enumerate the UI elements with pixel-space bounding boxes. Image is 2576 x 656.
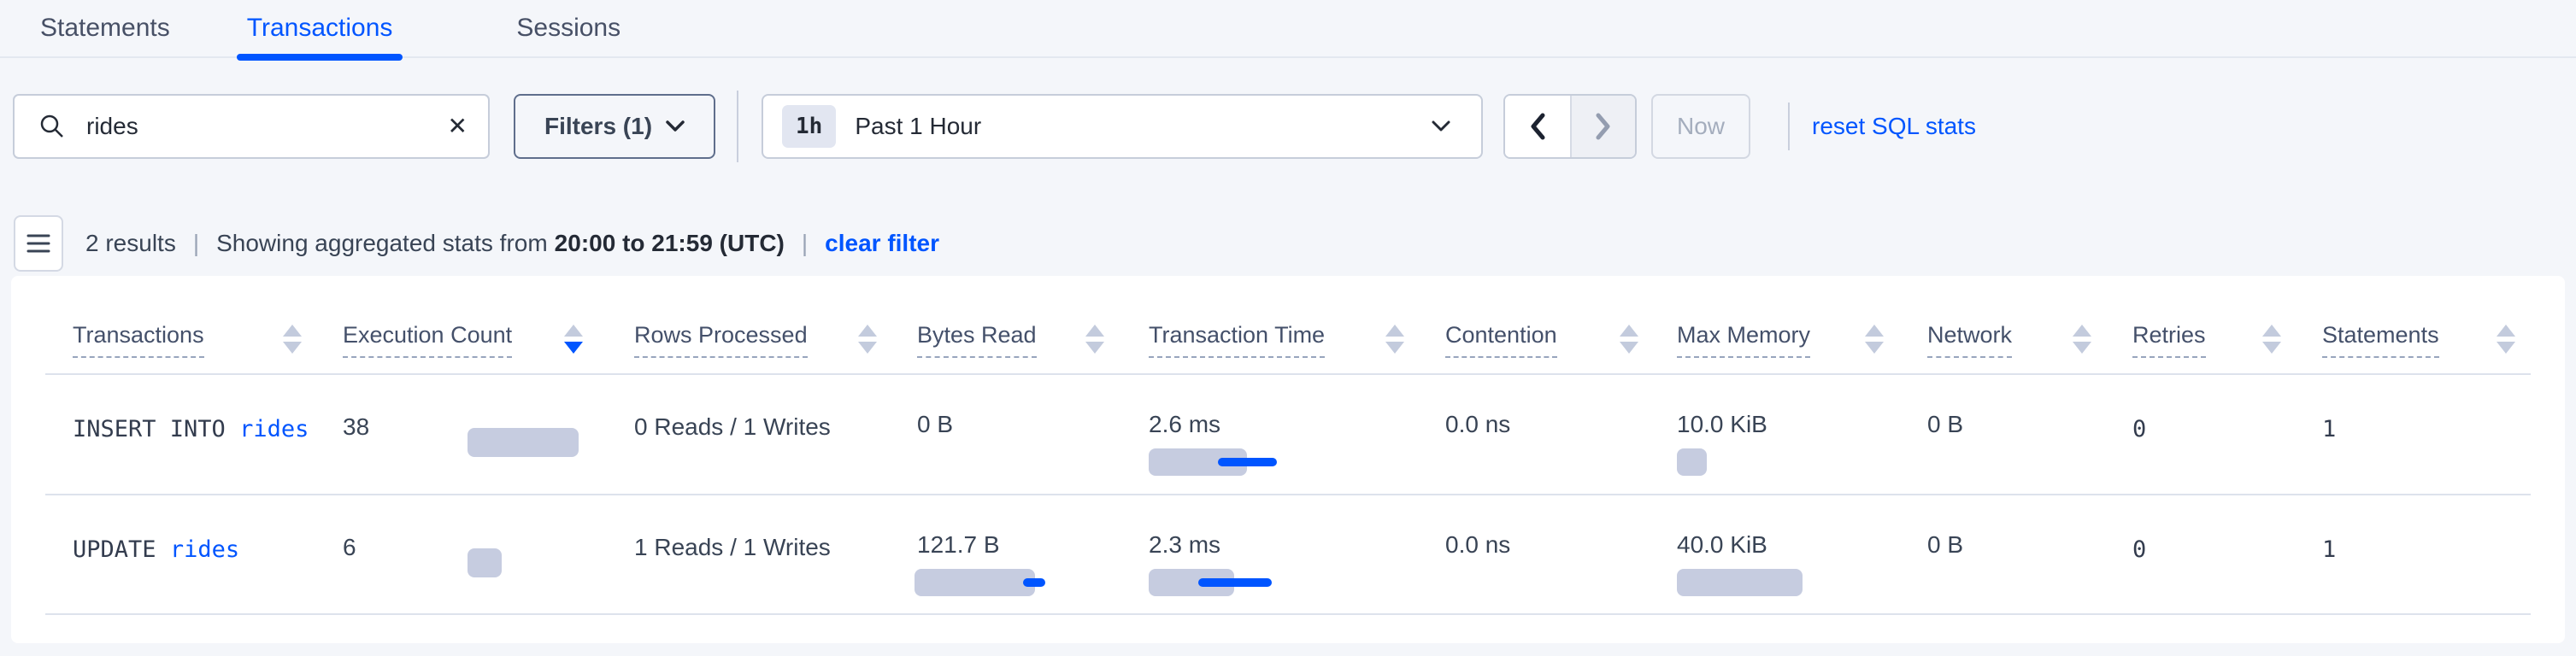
tab-statements[interactable]: Statements xyxy=(30,0,180,57)
cell-execution-count: 38 xyxy=(343,413,369,442)
divider: | xyxy=(193,230,199,257)
sort-icon[interactable] xyxy=(1385,325,1404,354)
cell-bytes-read: 0 B xyxy=(917,410,953,439)
reset-sql-stats-link[interactable]: reset SQL stats xyxy=(1812,113,1976,140)
column-selector-button[interactable] xyxy=(14,215,63,272)
max-memory-bar xyxy=(1677,448,1707,477)
cell-retries: 0 xyxy=(2132,415,2146,444)
toolbar: ✕ Filters (1) 1h Past 1 Hour xyxy=(0,94,2576,159)
col-header-execution-count[interactable]: Execution Count xyxy=(343,320,512,358)
cell-rows-processed: 1 Reads / 1 Writes xyxy=(634,533,831,562)
cell-execution-count: 6 xyxy=(343,533,356,562)
sort-icon[interactable] xyxy=(1865,325,1884,354)
search-icon xyxy=(38,113,66,140)
col-header-retries[interactable]: Retries xyxy=(2132,320,2206,358)
cell-contention: 0.0 ns xyxy=(1445,410,1510,439)
toolbar-divider xyxy=(1788,102,1790,150)
transaction-time-bar xyxy=(1149,569,1234,598)
time-range-select[interactable]: 1h Past 1 Hour xyxy=(762,94,1483,159)
sort-icon[interactable] xyxy=(2262,325,2281,354)
execution-count-bar xyxy=(468,548,502,577)
cell-max-memory: 10.0 KiB xyxy=(1677,410,1767,439)
sort-icon[interactable] xyxy=(2073,325,2091,354)
transaction-fingerprint[interactable]: UPDATE rides xyxy=(73,536,239,565)
sort-icon[interactable] xyxy=(1085,325,1104,354)
sort-icon[interactable] xyxy=(1620,325,1638,354)
results-bar: 2 results | Showing aggregated stats fro… xyxy=(0,215,2576,272)
sort-icon[interactable] xyxy=(858,325,877,354)
cell-transaction-time: 2.3 ms xyxy=(1149,530,1220,559)
tab-bar: Statements Transactions Sessions xyxy=(0,0,2576,58)
sort-icon-active-desc[interactable] xyxy=(564,325,583,354)
chevron-right-icon xyxy=(1595,113,1612,140)
cell-network: 0 B xyxy=(1927,410,1963,439)
filters-button-label: Filters (1) xyxy=(544,113,652,140)
cell-statements: 1 xyxy=(2322,415,2336,444)
execution-count-bar xyxy=(468,428,579,457)
col-header-max-memory[interactable]: Max Memory xyxy=(1677,320,1810,358)
cell-transaction-time: 2.6 ms xyxy=(1149,410,1220,439)
sort-icon[interactable] xyxy=(283,325,302,354)
row-separator xyxy=(45,373,2531,375)
table-name-link[interactable]: rides xyxy=(170,536,239,563)
transaction-time-bar xyxy=(1149,448,1247,477)
chevron-down-icon xyxy=(1432,120,1450,132)
transactions-table: Transactions Execution Count Rows Proces… xyxy=(11,276,2565,643)
cell-network: 0 B xyxy=(1927,530,1963,559)
toolbar-divider xyxy=(737,91,738,162)
list-icon xyxy=(26,232,50,255)
showing-stats-range: 20:00 to 21:59 (UTC) xyxy=(555,230,785,257)
search-input[interactable] xyxy=(86,113,448,140)
showing-stats-text: Showing aggregated stats from xyxy=(216,230,548,257)
results-count: 2 results xyxy=(85,230,176,257)
tab-sessions[interactable]: Sessions xyxy=(506,0,631,57)
time-range-badge: 1h xyxy=(782,105,836,148)
cell-max-memory: 40.0 KiB xyxy=(1677,530,1767,559)
time-nav-group xyxy=(1503,94,1637,159)
cell-contention: 0.0 ns xyxy=(1445,530,1510,559)
filters-button[interactable]: Filters (1) xyxy=(514,94,715,159)
cell-rows-processed: 0 Reads / 1 Writes xyxy=(634,413,831,442)
table-name-link[interactable]: rides xyxy=(239,416,309,442)
next-interval-button[interactable] xyxy=(1570,96,1635,157)
clear-search-icon[interactable]: ✕ xyxy=(448,114,468,138)
row-separator xyxy=(45,613,2531,615)
transaction-fingerprint[interactable]: INSERT INTO rides xyxy=(73,415,309,444)
row-separator xyxy=(45,494,2531,495)
time-range-label: Past 1 Hour xyxy=(855,113,1432,140)
col-header-network[interactable]: Network xyxy=(1927,320,2012,358)
tab-transactions[interactable]: Transactions xyxy=(237,0,403,57)
col-header-transactions[interactable]: Transactions xyxy=(73,320,204,358)
chevron-down-icon xyxy=(666,120,685,132)
cell-bytes-read: 121.7 B xyxy=(917,530,1000,559)
col-header-transaction-time[interactable]: Transaction Time xyxy=(1149,320,1325,358)
cell-retries: 0 xyxy=(2132,536,2146,565)
chevron-left-icon xyxy=(1529,113,1546,140)
prev-interval-button[interactable] xyxy=(1505,96,1570,157)
now-button[interactable]: Now xyxy=(1651,94,1750,159)
col-header-contention[interactable]: Contention xyxy=(1445,320,1557,358)
cell-statements: 1 xyxy=(2322,536,2336,565)
col-header-bytes-read[interactable]: Bytes Read xyxy=(917,320,1037,358)
col-header-statements[interactable]: Statements xyxy=(2322,320,2439,358)
max-memory-bar xyxy=(1677,569,1803,598)
divider: | xyxy=(802,230,808,257)
sort-icon[interactable] xyxy=(2497,325,2515,354)
search-box[interactable]: ✕ xyxy=(13,94,490,159)
clear-filter-link[interactable]: clear filter xyxy=(825,230,939,257)
bytes-read-bar xyxy=(915,569,1035,598)
col-header-rows-processed[interactable]: Rows Processed xyxy=(634,320,808,358)
